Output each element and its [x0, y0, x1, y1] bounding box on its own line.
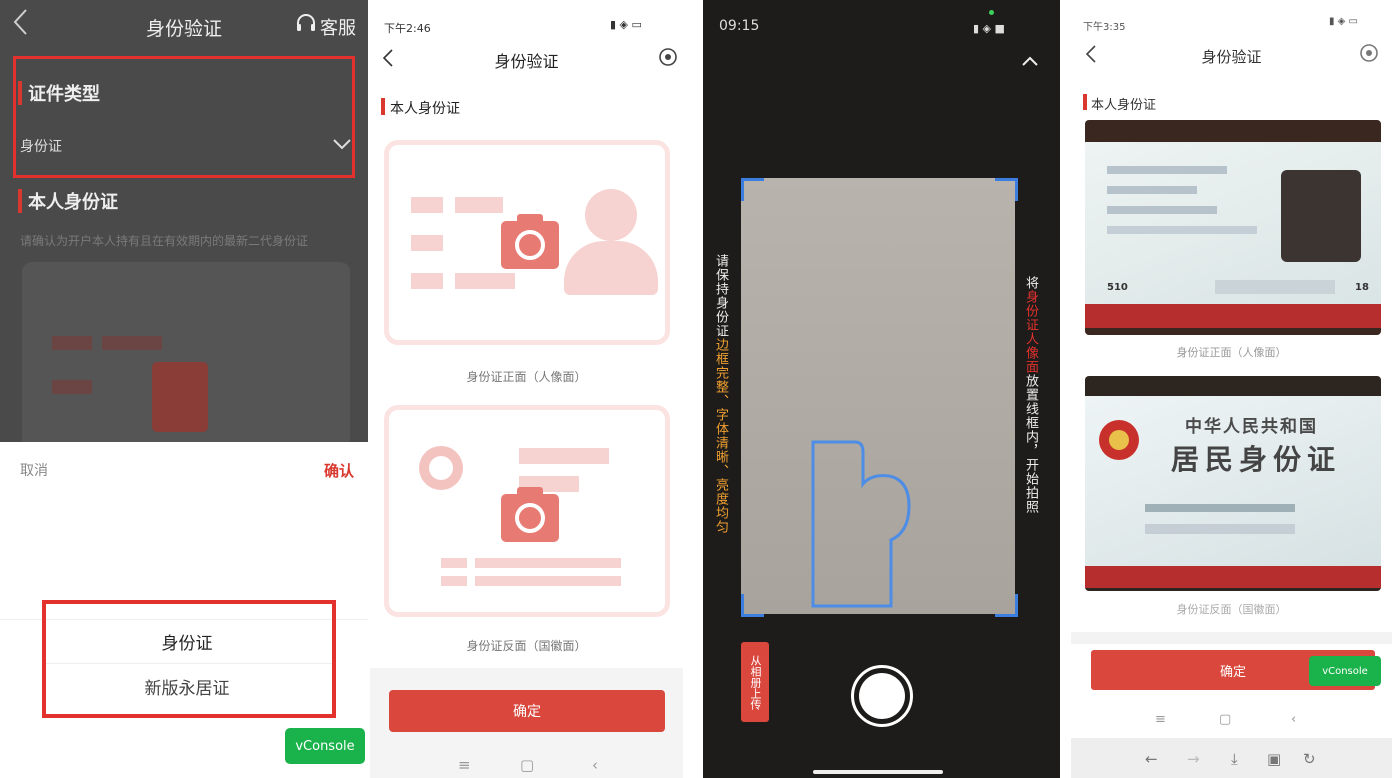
front-upload-card[interactable] [384, 140, 670, 345]
status-icons: ▮ ◈ ▭ [610, 18, 642, 31]
id-upload-card[interactable] [22, 262, 350, 452]
section-title: 本人身份证 [390, 101, 460, 117]
status-time: 下午2:46 [384, 22, 431, 35]
portrait-guide-icon [811, 440, 911, 608]
back-upload-card[interactable] [384, 405, 670, 617]
download-icon[interactable]: ⤓ [1231, 750, 1238, 768]
panel-camera-capture: 09:15 ▮ ◈ ■ 请保持身份证边框完整、字体清晰、亮度均匀 将身份证人像面… [703, 0, 1060, 778]
page-title: 身份验证 [1201, 48, 1262, 66]
status-icons: ▮ ◈ ▭ [1329, 16, 1358, 27]
cancel-button[interactable]: 取消 [20, 460, 48, 480]
confirm-button[interactable]: 确认 [324, 460, 354, 481]
shutter-button[interactable] [851, 665, 913, 727]
tabs-icon[interactable]: ▣ [1267, 750, 1281, 768]
browser-forward-icon[interactable]: → [1187, 750, 1200, 768]
section-title: 本人身份证 [1091, 98, 1157, 113]
browser-back-icon[interactable]: ← [1145, 750, 1158, 768]
divider [1071, 632, 1392, 644]
section-marker [18, 189, 22, 213]
card-title-line2: 居民身份证 [1171, 443, 1342, 476]
frame-corner [741, 178, 764, 201]
camera-icon [501, 487, 559, 542]
headset-icon[interactable] [1359, 42, 1379, 68]
panel-id-upload: 下午2:46 ▮ ◈ ▭ 身份验证 本人身份证 身份证正面（人像面） 身份证反面… [370, 0, 683, 778]
highlight-frame [42, 600, 336, 718]
refresh-icon[interactable]: ↻ [1303, 750, 1316, 768]
status-time: 下午3:35 [1083, 22, 1126, 33]
front-label: 身份证正面（人像面） [1176, 346, 1287, 359]
frame-corner [995, 594, 1018, 617]
instruction-right: 将身份证人像面放置线框内，开始拍照 [1023, 276, 1038, 514]
menu-nav-icon[interactable]: ≡ [1155, 712, 1166, 727]
back-label: 身份证反面（国徽面） [466, 639, 587, 653]
panel-doc-type-picker: 身份验证 客服 证件类型 身份证 本人身份证 请确认为开户本人持有且在有效期内的… [0, 0, 368, 778]
confirm-button[interactable]: 确定 [389, 690, 665, 732]
panel-id-uploaded: 下午3:35 ▮ ◈ ▭ 身份验证 本人身份证 510 18 身份证正面（人像面… [1071, 0, 1392, 778]
id-number-suffix: 18 [1355, 282, 1369, 293]
status-time: 09:15 [719, 18, 760, 34]
headset-icon[interactable] [294, 12, 318, 40]
front-label: 身份证正面（人像面） [466, 370, 587, 384]
status-icons: ▮ ◈ ■ [973, 22, 1005, 35]
home-indicator [813, 770, 943, 774]
page-title: 身份验证 [494, 52, 559, 71]
hint-text: 请确认为开户本人持有且在有效期内的最新二代身份证 [20, 234, 309, 248]
id-number-prefix: 510 [1107, 282, 1128, 293]
back-label: 身份证反面（国徽面） [1176, 603, 1287, 616]
vconsole-button[interactable]: vConsole [285, 728, 365, 764]
back-nav-icon[interactable]: ‹ [1291, 712, 1296, 727]
status-dot [989, 10, 994, 15]
camera-icon [152, 362, 208, 432]
section-marker [381, 98, 385, 115]
headset-icon[interactable] [658, 46, 678, 72]
section-marker [1083, 94, 1087, 110]
instruction-left: 请保持身份证边框完整、字体清晰、亮度均匀 [713, 254, 728, 534]
home-nav-icon[interactable]: ▢ [1219, 712, 1231, 727]
chevron-up-icon[interactable] [1021, 52, 1039, 71]
vconsole-button[interactable]: vConsole [1309, 656, 1381, 686]
frame-corner [995, 178, 1018, 201]
back-id-photo: 中华人民共和国 居民身份证 [1085, 376, 1381, 591]
back-nav-icon[interactable]: ‹ [592, 756, 598, 774]
section-title-id: 本人身份证 [28, 192, 118, 213]
menu-nav-icon[interactable]: ≡ [458, 756, 471, 774]
card-title-line1: 中华人民共和国 [1185, 417, 1318, 437]
home-nav-icon[interactable]: ▢ [520, 756, 534, 774]
id-number-mask [1215, 280, 1335, 294]
front-id-photo: 510 18 [1085, 120, 1381, 335]
id-card-preview [741, 178, 1015, 614]
frame-corner [741, 594, 764, 617]
camera-icon [501, 214, 559, 269]
upload-from-album-button[interactable]: 从相册上传 [741, 642, 769, 722]
avatar [1281, 170, 1361, 262]
highlight-frame [13, 56, 355, 178]
service-label[interactable]: 客服 [320, 14, 356, 40]
